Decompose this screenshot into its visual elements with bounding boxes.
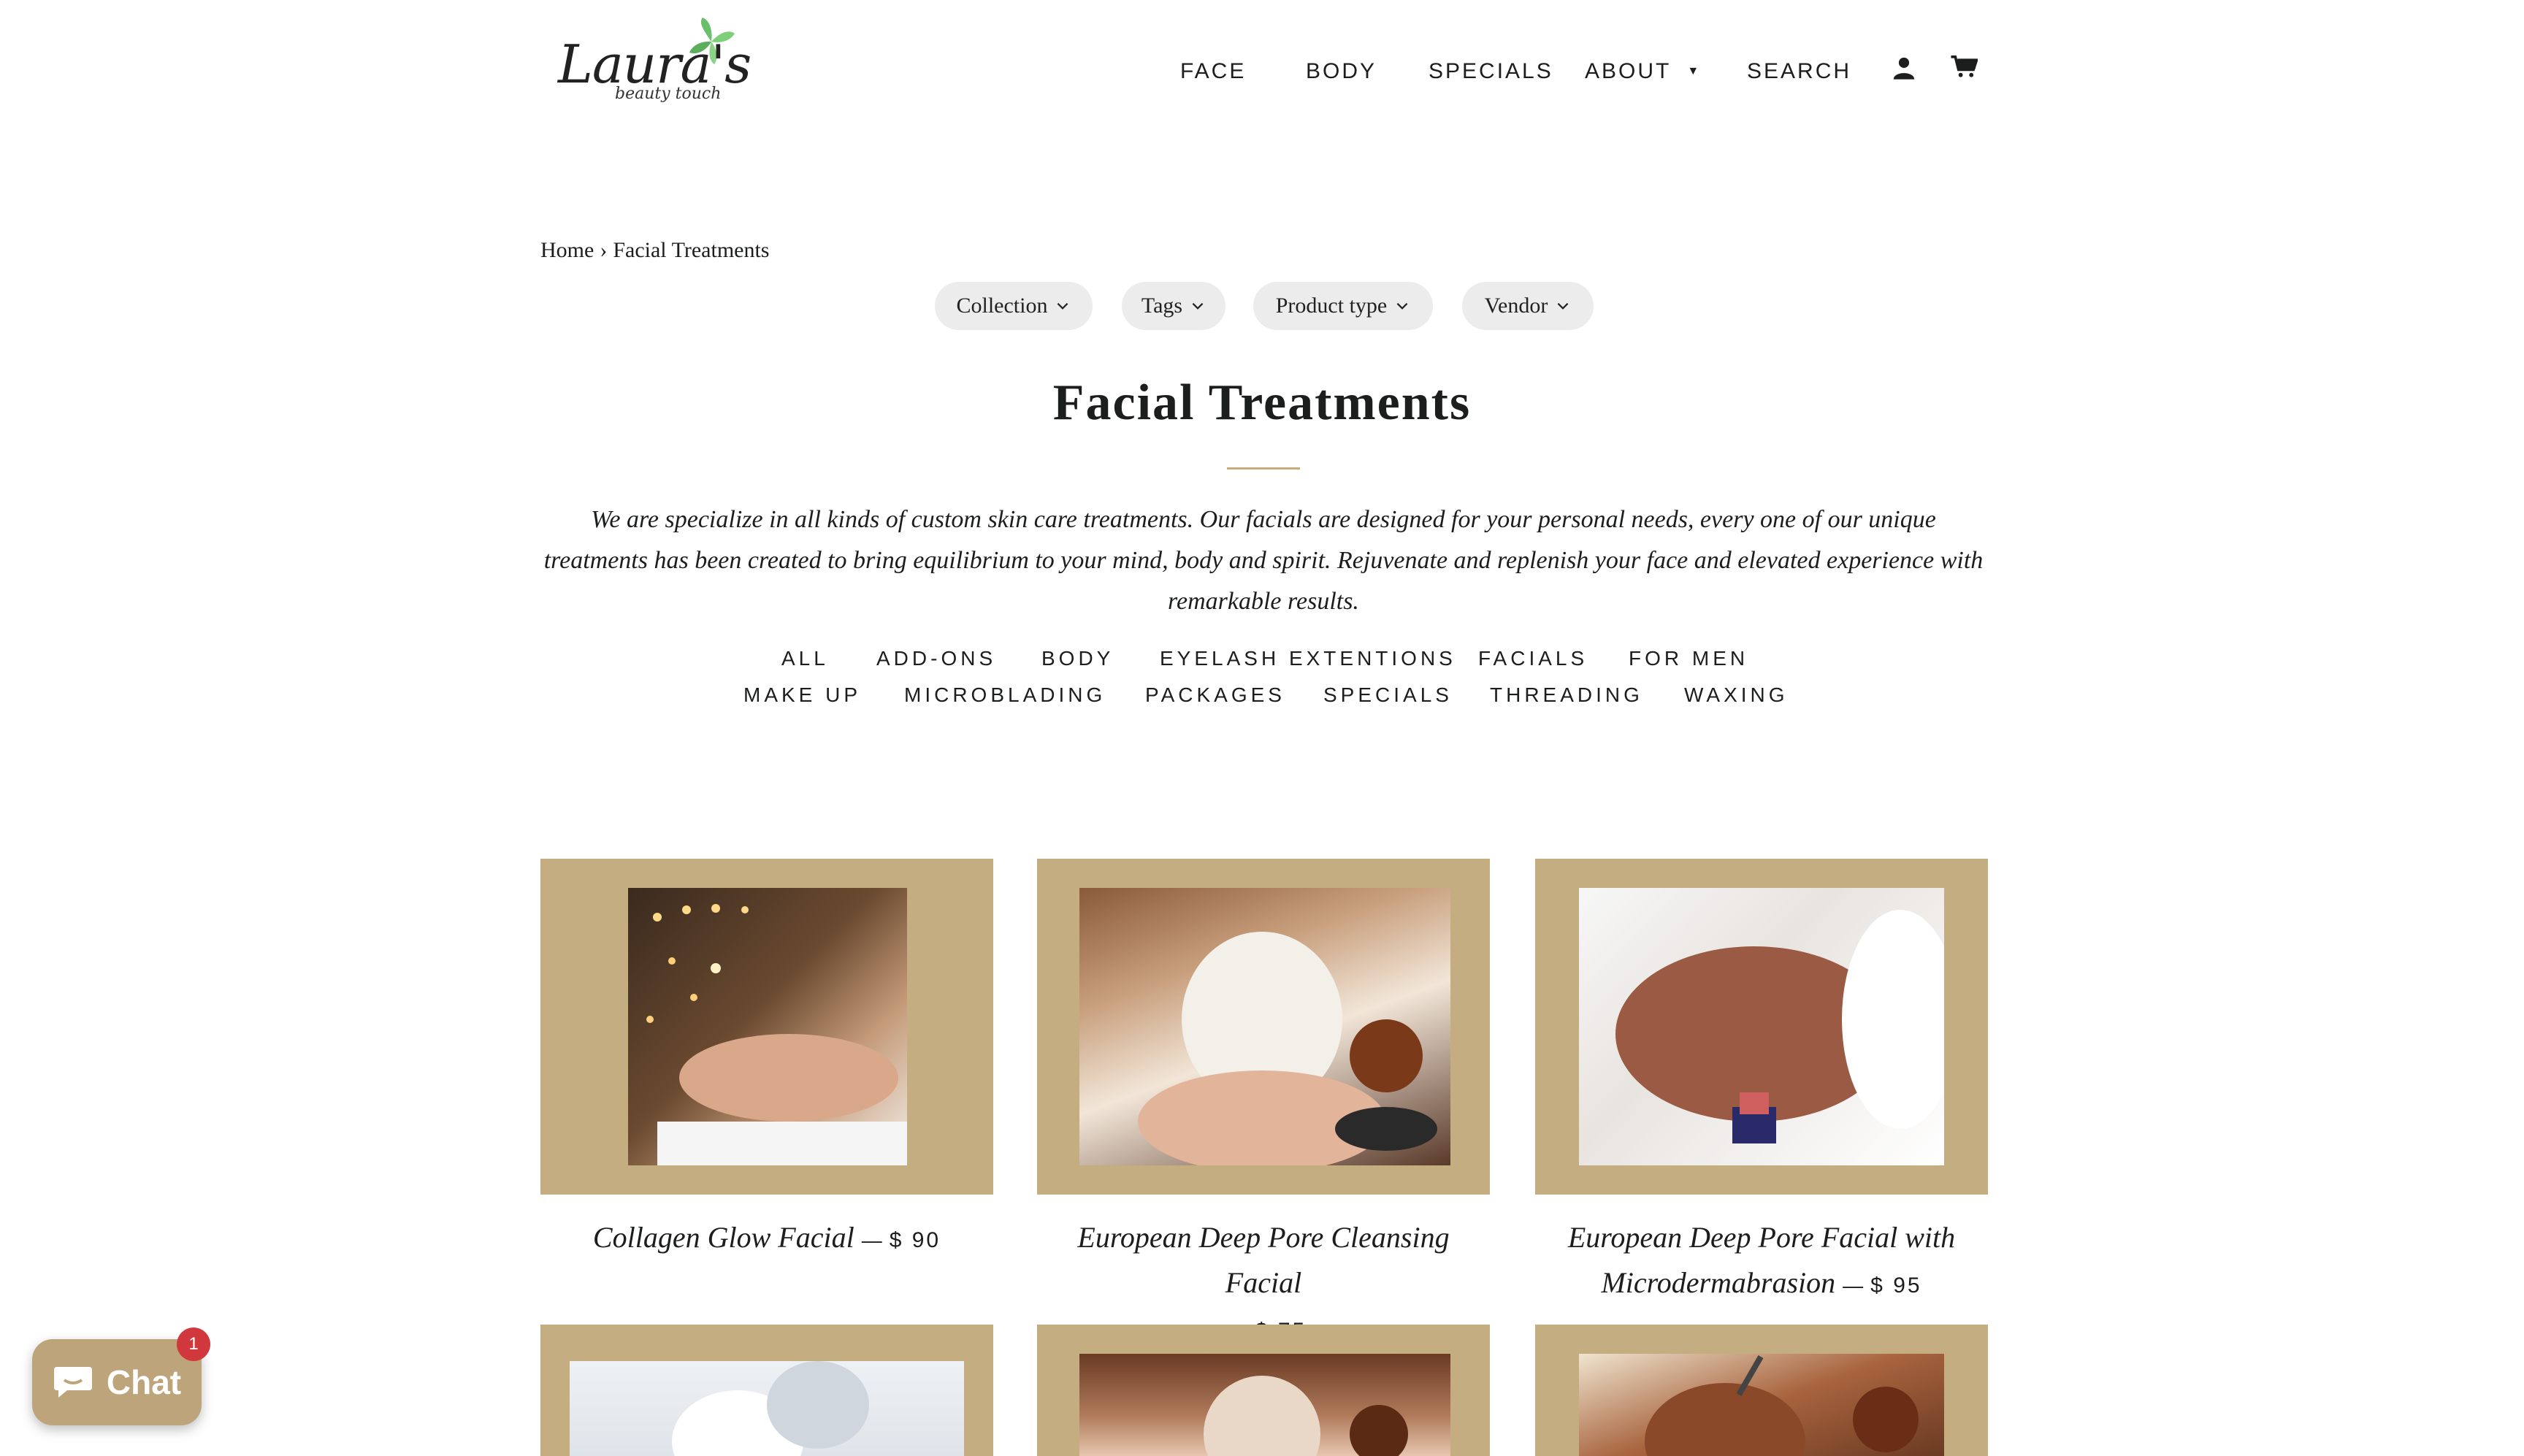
product-photo-placeholder: [1138, 932, 1437, 1165]
product-price: $ 95: [1870, 1273, 1922, 1298]
product-photo-placeholder: [1645, 1355, 1919, 1456]
product-image[interactable]: [1079, 1354, 1450, 1456]
product-title-block[interactable]: Collagen Glow Facial — $ 90: [540, 1215, 993, 1263]
price-dash: —: [861, 1229, 882, 1252]
cart-icon[interactable]: [1950, 54, 1978, 79]
filter-product-type[interactable]: Product type: [1253, 282, 1433, 330]
tag-threading[interactable]: THREADING: [1490, 683, 1643, 707]
tag-all[interactable]: ALL: [781, 647, 829, 670]
chat-button[interactable]: Chat: [32, 1339, 202, 1425]
product-photo-placeholder: [672, 1361, 869, 1456]
filter-tags[interactable]: Tags: [1122, 282, 1225, 330]
product-image[interactable]: [628, 888, 907, 1165]
tag-packages[interactable]: PACKAGES: [1145, 683, 1285, 707]
chat-label: Chat: [106, 1363, 182, 1401]
caret-down-icon: ▼: [1687, 65, 1702, 77]
tag-waxing[interactable]: WAXING: [1684, 683, 1789, 707]
nav-face[interactable]: FACE: [1180, 59, 1246, 84]
product-image[interactable]: [1579, 888, 1944, 1165]
chat-notification-badge: 1: [177, 1327, 210, 1361]
brand-logo[interactable]: Laura's beauty touch: [551, 16, 752, 120]
nav-body[interactable]: BODY: [1306, 59, 1377, 84]
nav-search[interactable]: SEARCH: [1747, 59, 1851, 84]
filter-label: Tags: [1141, 294, 1183, 318]
filter-collection[interactable]: Collection: [935, 282, 1093, 330]
chat-bubble-icon: [53, 1367, 92, 1398]
account-icon[interactable]: [1892, 55, 1916, 80]
product-image[interactable]: [570, 1361, 964, 1456]
breadcrumb: Home › Facial Treatments: [540, 238, 769, 263]
tag-microblading[interactable]: MICROBLADING: [904, 683, 1106, 707]
breadcrumb-separator: ›: [600, 238, 608, 262]
chevron-down-icon: [1557, 302, 1569, 310]
filter-label: Collection: [956, 294, 1048, 318]
product-name[interactable]: Collagen Glow Facial: [593, 1221, 854, 1254]
tag-eyelash-extentions[interactable]: EYELASH EXTENTIONS: [1160, 647, 1456, 670]
chevron-down-icon: [1192, 302, 1204, 310]
breadcrumb-home[interactable]: Home: [540, 238, 594, 262]
product-photo-placeholder: [1204, 1376, 1408, 1456]
product-price: $ 90: [889, 1228, 941, 1252]
nav-about-label: ABOUT: [1585, 59, 1672, 83]
tag-row-2: MAKE UP MICROBLADING PACKAGES SPECIALS T…: [0, 683, 2524, 713]
breadcrumb-current: Facial Treatments: [613, 238, 770, 262]
tag-for-men[interactable]: FOR MEN: [1629, 647, 1748, 670]
chevron-down-icon: [1396, 302, 1408, 310]
product-photo-placeholder: [646, 904, 907, 1165]
price-dash: —: [1843, 1274, 1864, 1297]
filter-label: Vendor: [1484, 294, 1548, 318]
tag-make-up[interactable]: MAKE UP: [743, 683, 861, 707]
tag-add-ons[interactable]: ADD-ONS: [876, 647, 996, 670]
tag-row-1: ALL ADD-ONS BODY EYELASH EXTENTIONS FACI…: [0, 647, 2524, 676]
product-name[interactable]: European Deep Pore Cleansing Facial: [1077, 1221, 1449, 1299]
brand-tagline: beauty touch: [615, 85, 722, 103]
collection-description: We are specialize in all kinds of custom…: [543, 506, 1984, 615]
chevron-down-icon: [1058, 302, 1068, 310]
title-divider: [1227, 467, 1300, 470]
page-title: Facial Treatments: [1052, 375, 1472, 431]
tag-body[interactable]: BODY: [1041, 647, 1114, 670]
tag-facials[interactable]: FACIALS: [1478, 647, 1588, 670]
filter-vendor[interactable]: Vendor: [1462, 282, 1594, 330]
product-image[interactable]: [1579, 1354, 1944, 1456]
filter-label: Product type: [1275, 294, 1388, 318]
tag-specials[interactable]: SPECIALS: [1323, 683, 1453, 707]
product-title-block[interactable]: European Deep Pore Facial with Microderm…: [1535, 1215, 1988, 1309]
nav-specials[interactable]: SPECIALS: [1429, 59, 1553, 84]
nav-about[interactable]: ABOUT ▼: [1585, 59, 1701, 84]
filter-bar: Collection Tags Product type Vendor: [0, 282, 2524, 330]
product-photo-placeholder: [1615, 910, 1944, 1143]
product-image[interactable]: [1079, 888, 1450, 1165]
